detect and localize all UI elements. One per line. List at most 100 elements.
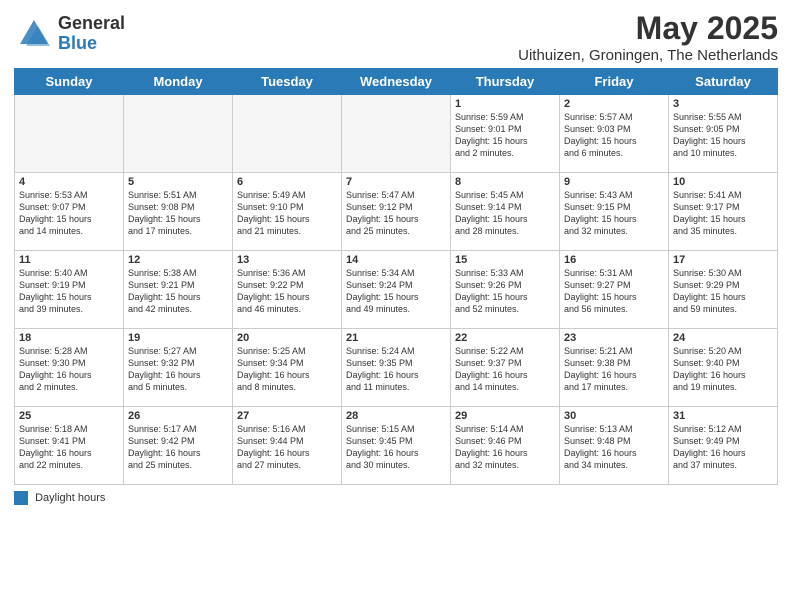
day-info: Sunrise: 5:20 AM Sunset: 9:40 PM Dayligh… <box>673 345 773 394</box>
day-number: 14 <box>346 254 446 266</box>
calendar-cell: 12Sunrise: 5:38 AM Sunset: 9:21 PM Dayli… <box>124 251 233 329</box>
day-info: Sunrise: 5:38 AM Sunset: 9:21 PM Dayligh… <box>128 267 228 316</box>
day-info: Sunrise: 5:55 AM Sunset: 9:05 PM Dayligh… <box>673 111 773 160</box>
day-number: 4 <box>19 176 119 188</box>
day-number: 8 <box>455 176 555 188</box>
day-info: Sunrise: 5:47 AM Sunset: 9:12 PM Dayligh… <box>346 189 446 238</box>
day-info: Sunrise: 5:21 AM Sunset: 9:38 PM Dayligh… <box>564 345 664 394</box>
day-info: Sunrise: 5:51 AM Sunset: 9:08 PM Dayligh… <box>128 189 228 238</box>
logo-blue: Blue <box>58 34 125 54</box>
col-header-tuesday: Tuesday <box>233 69 342 95</box>
day-number: 10 <box>673 176 773 188</box>
day-info: Sunrise: 5:16 AM Sunset: 9:44 PM Dayligh… <box>237 423 337 472</box>
day-number: 27 <box>237 410 337 422</box>
calendar-cell: 20Sunrise: 5:25 AM Sunset: 9:34 PM Dayli… <box>233 329 342 407</box>
day-number: 11 <box>19 254 119 266</box>
week-row-1: 1Sunrise: 5:59 AM Sunset: 9:01 PM Daylig… <box>15 95 778 173</box>
day-info: Sunrise: 5:45 AM Sunset: 9:14 PM Dayligh… <box>455 189 555 238</box>
day-number: 20 <box>237 332 337 344</box>
calendar-cell: 15Sunrise: 5:33 AM Sunset: 9:26 PM Dayli… <box>451 251 560 329</box>
day-info: Sunrise: 5:24 AM Sunset: 9:35 PM Dayligh… <box>346 345 446 394</box>
calendar-table: SundayMondayTuesdayWednesdayThursdayFrid… <box>14 68 778 485</box>
calendar-cell: 1Sunrise: 5:59 AM Sunset: 9:01 PM Daylig… <box>451 95 560 173</box>
calendar-cell: 25Sunrise: 5:18 AM Sunset: 9:41 PM Dayli… <box>15 407 124 485</box>
col-header-sunday: Sunday <box>15 69 124 95</box>
day-number: 22 <box>455 332 555 344</box>
calendar-cell: 3Sunrise: 5:55 AM Sunset: 9:05 PM Daylig… <box>669 95 778 173</box>
calendar-cell: 18Sunrise: 5:28 AM Sunset: 9:30 PM Dayli… <box>15 329 124 407</box>
main-title: May 2025 <box>518 10 778 47</box>
calendar-cell: 4Sunrise: 5:53 AM Sunset: 9:07 PM Daylig… <box>15 173 124 251</box>
week-row-2: 4Sunrise: 5:53 AM Sunset: 9:07 PM Daylig… <box>15 173 778 251</box>
subtitle: Uithuizen, Groningen, The Netherlands <box>518 47 778 64</box>
calendar-cell <box>15 95 124 173</box>
day-number: 15 <box>455 254 555 266</box>
day-info: Sunrise: 5:43 AM Sunset: 9:15 PM Dayligh… <box>564 189 664 238</box>
day-number: 29 <box>455 410 555 422</box>
day-info: Sunrise: 5:41 AM Sunset: 9:17 PM Dayligh… <box>673 189 773 238</box>
day-info: Sunrise: 5:34 AM Sunset: 9:24 PM Dayligh… <box>346 267 446 316</box>
col-header-saturday: Saturday <box>669 69 778 95</box>
day-number: 18 <box>19 332 119 344</box>
day-info: Sunrise: 5:59 AM Sunset: 9:01 PM Dayligh… <box>455 111 555 160</box>
logo: General Blue <box>14 14 125 54</box>
day-info: Sunrise: 5:27 AM Sunset: 9:32 PM Dayligh… <box>128 345 228 394</box>
day-info: Sunrise: 5:22 AM Sunset: 9:37 PM Dayligh… <box>455 345 555 394</box>
col-header-monday: Monday <box>124 69 233 95</box>
legend-label: Daylight hours <box>35 492 105 504</box>
calendar-cell: 22Sunrise: 5:22 AM Sunset: 9:37 PM Dayli… <box>451 329 560 407</box>
day-number: 2 <box>564 98 664 110</box>
day-info: Sunrise: 5:12 AM Sunset: 9:49 PM Dayligh… <box>673 423 773 472</box>
day-number: 25 <box>19 410 119 422</box>
title-block: May 2025 Uithuizen, Groningen, The Nethe… <box>518 10 778 64</box>
day-number: 13 <box>237 254 337 266</box>
day-info: Sunrise: 5:40 AM Sunset: 9:19 PM Dayligh… <box>19 267 119 316</box>
day-number: 21 <box>346 332 446 344</box>
day-info: Sunrise: 5:28 AM Sunset: 9:30 PM Dayligh… <box>19 345 119 394</box>
day-number: 17 <box>673 254 773 266</box>
calendar-cell: 10Sunrise: 5:41 AM Sunset: 9:17 PM Dayli… <box>669 173 778 251</box>
day-number: 24 <box>673 332 773 344</box>
day-number: 28 <box>346 410 446 422</box>
calendar-cell: 14Sunrise: 5:34 AM Sunset: 9:24 PM Dayli… <box>342 251 451 329</box>
header: General Blue May 2025 Uithuizen, Groning… <box>14 10 778 64</box>
week-row-5: 25Sunrise: 5:18 AM Sunset: 9:41 PM Dayli… <box>15 407 778 485</box>
logo-text: General Blue <box>58 14 125 54</box>
col-header-friday: Friday <box>560 69 669 95</box>
calendar-cell: 5Sunrise: 5:51 AM Sunset: 9:08 PM Daylig… <box>124 173 233 251</box>
week-row-3: 11Sunrise: 5:40 AM Sunset: 9:19 PM Dayli… <box>15 251 778 329</box>
day-number: 5 <box>128 176 228 188</box>
day-info: Sunrise: 5:14 AM Sunset: 9:46 PM Dayligh… <box>455 423 555 472</box>
page-container: General Blue May 2025 Uithuizen, Groning… <box>0 0 792 515</box>
week-row-4: 18Sunrise: 5:28 AM Sunset: 9:30 PM Dayli… <box>15 329 778 407</box>
calendar-cell: 23Sunrise: 5:21 AM Sunset: 9:38 PM Dayli… <box>560 329 669 407</box>
day-number: 26 <box>128 410 228 422</box>
calendar-cell: 28Sunrise: 5:15 AM Sunset: 9:45 PM Dayli… <box>342 407 451 485</box>
day-number: 3 <box>673 98 773 110</box>
header-row: SundayMondayTuesdayWednesdayThursdayFrid… <box>15 69 778 95</box>
day-number: 19 <box>128 332 228 344</box>
day-number: 9 <box>564 176 664 188</box>
calendar-cell <box>342 95 451 173</box>
day-info: Sunrise: 5:13 AM Sunset: 9:48 PM Dayligh… <box>564 423 664 472</box>
logo-general: General <box>58 14 125 34</box>
day-info: Sunrise: 5:57 AM Sunset: 9:03 PM Dayligh… <box>564 111 664 160</box>
day-info: Sunrise: 5:53 AM Sunset: 9:07 PM Dayligh… <box>19 189 119 238</box>
day-number: 12 <box>128 254 228 266</box>
day-info: Sunrise: 5:17 AM Sunset: 9:42 PM Dayligh… <box>128 423 228 472</box>
calendar-cell: 26Sunrise: 5:17 AM Sunset: 9:42 PM Dayli… <box>124 407 233 485</box>
day-info: Sunrise: 5:36 AM Sunset: 9:22 PM Dayligh… <box>237 267 337 316</box>
calendar-cell: 24Sunrise: 5:20 AM Sunset: 9:40 PM Dayli… <box>669 329 778 407</box>
calendar-cell: 11Sunrise: 5:40 AM Sunset: 9:19 PM Dayli… <box>15 251 124 329</box>
calendar-cell: 29Sunrise: 5:14 AM Sunset: 9:46 PM Dayli… <box>451 407 560 485</box>
calendar-cell: 16Sunrise: 5:31 AM Sunset: 9:27 PM Dayli… <box>560 251 669 329</box>
col-header-thursday: Thursday <box>451 69 560 95</box>
day-number: 6 <box>237 176 337 188</box>
logo-icon <box>16 16 52 52</box>
calendar-cell: 13Sunrise: 5:36 AM Sunset: 9:22 PM Dayli… <box>233 251 342 329</box>
calendar-cell: 9Sunrise: 5:43 AM Sunset: 9:15 PM Daylig… <box>560 173 669 251</box>
day-number: 1 <box>455 98 555 110</box>
day-info: Sunrise: 5:33 AM Sunset: 9:26 PM Dayligh… <box>455 267 555 316</box>
calendar-cell: 8Sunrise: 5:45 AM Sunset: 9:14 PM Daylig… <box>451 173 560 251</box>
day-info: Sunrise: 5:25 AM Sunset: 9:34 PM Dayligh… <box>237 345 337 394</box>
